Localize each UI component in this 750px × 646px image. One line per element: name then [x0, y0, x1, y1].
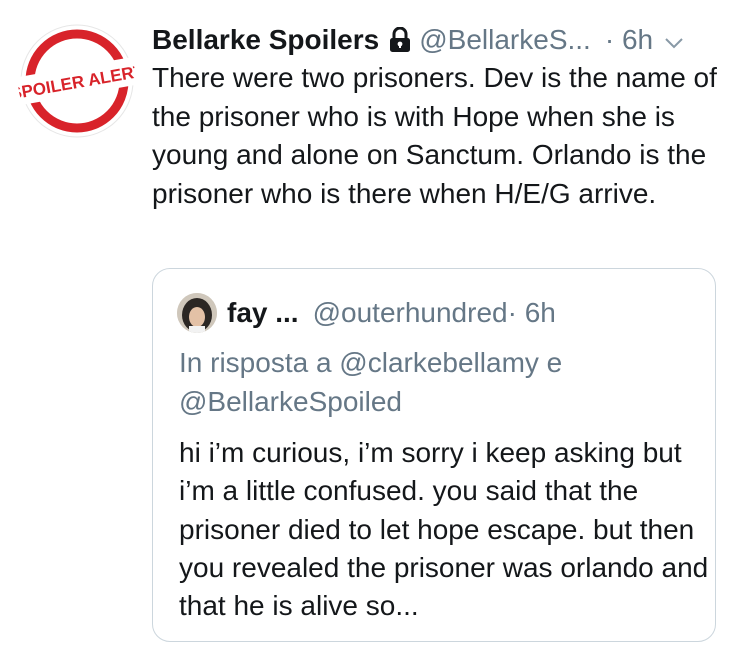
reply-to-line: In risposta a @clarkebellamy e @Bellarke…: [179, 347, 563, 417]
spoiler-alert-stamp: SPOILER ALERT: [18, 24, 136, 138]
author-handle[interactable]: @BellarkeS...: [419, 24, 591, 56]
author-avatar[interactable]: SPOILER ALERT: [18, 22, 136, 140]
quoted-tweet-card[interactable]: fay ... @outerhundred · 6h In risposta a…: [152, 268, 716, 642]
chevron-down-icon[interactable]: [663, 29, 685, 51]
quoted-author-name[interactable]: fay ...: [227, 297, 299, 329]
quoted-author-avatar[interactable]: [177, 293, 217, 333]
tweet-text: There were two prisoners. Dev is the nam…: [152, 62, 717, 209]
tweet-header: Bellarke Spoilers @BellarkeS... · 6h: [152, 22, 737, 58]
quoted-tweet-text: hi i’m curious, i’m sorry i keep asking …: [179, 437, 709, 622]
quoted-tweet-header: fay ... @outerhundred · 6h: [177, 293, 556, 333]
lock-icon: [389, 26, 411, 53]
author-name[interactable]: Bellarke Spoilers: [152, 24, 379, 56]
quoted-tweet-time[interactable]: · 6h: [508, 297, 556, 329]
tweet-time[interactable]: · 6h: [605, 24, 653, 56]
quoted-author-handle[interactable]: @outerhundred: [313, 297, 508, 329]
